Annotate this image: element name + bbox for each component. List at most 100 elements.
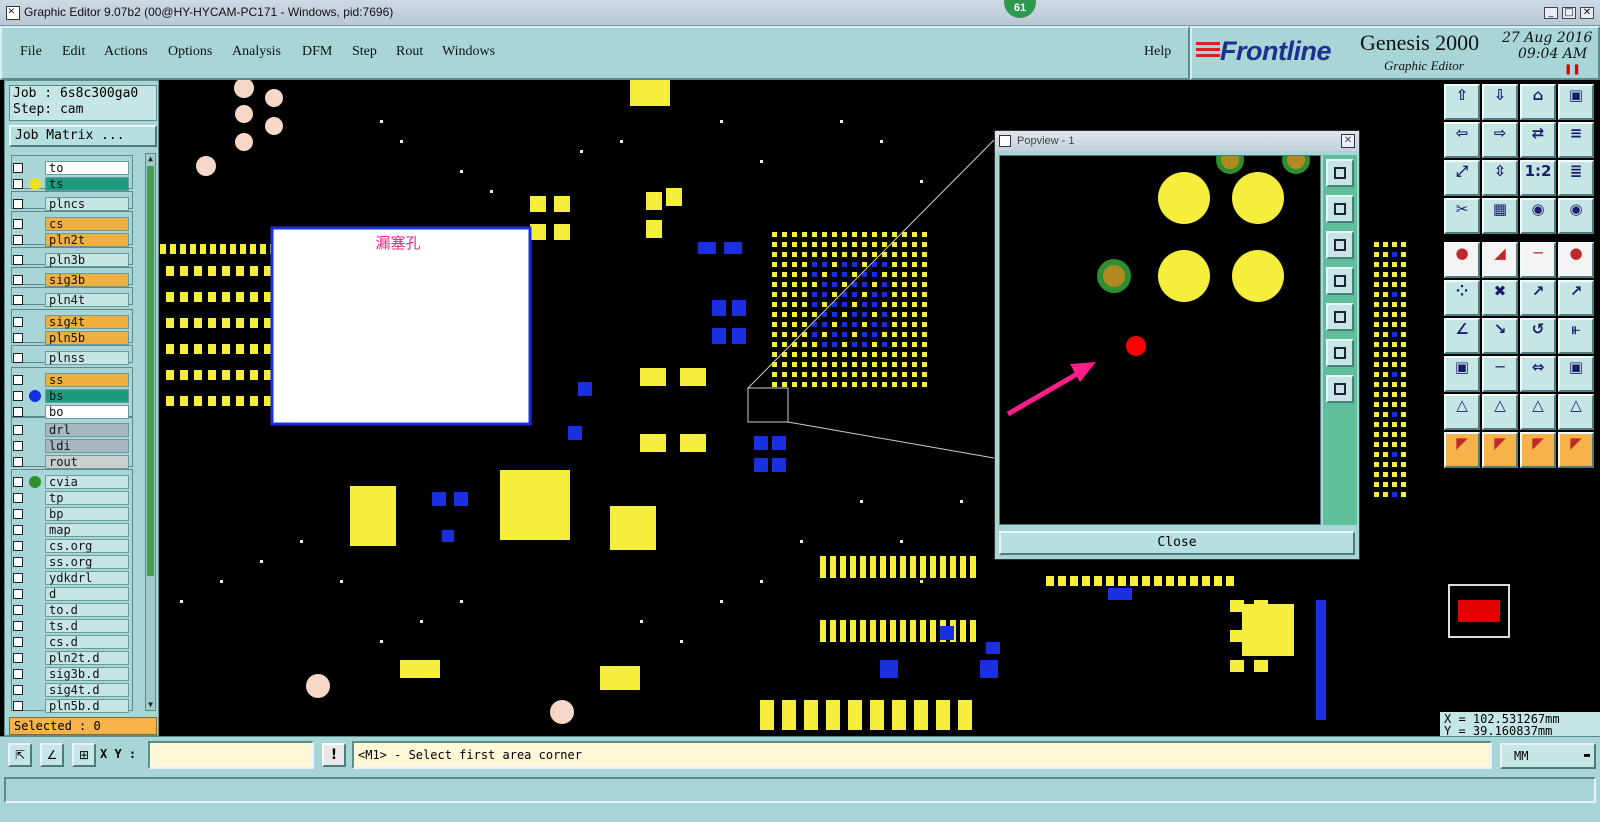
layer-row[interactable]: rout [9, 455, 145, 469]
grid-mode-button[interactable]: ⊞ [72, 743, 96, 767]
shape-tool-button-3[interactable]: △ [1520, 394, 1556, 430]
layer-tool-button-3[interactable]: ◉ [1520, 198, 1556, 234]
layer-checkbox[interactable] [13, 441, 23, 451]
layer-row[interactable]: ss.org [9, 555, 145, 569]
layer-row[interactable]: tp [9, 491, 145, 505]
layer-name[interactable]: bp [45, 507, 129, 521]
pointer-tool-button-2[interactable]: ◤ [1482, 432, 1518, 468]
layer-row[interactable]: pln5b.d [9, 699, 145, 713]
layer-row[interactable]: bs [9, 389, 145, 403]
layer-checkbox[interactable] [13, 653, 23, 663]
pan-tool-button-2[interactable]: ⇨ [1482, 122, 1518, 158]
layer-checkbox[interactable] [13, 605, 23, 615]
layer-row[interactable]: map [9, 523, 145, 537]
layer-checkbox[interactable] [13, 525, 23, 535]
layer-row[interactable]: ydkdrl [9, 571, 145, 585]
layer-checkbox[interactable] [13, 199, 23, 209]
layer-checkbox[interactable] [13, 275, 23, 285]
layer-checkbox[interactable] [13, 333, 23, 343]
move-tool-button-2[interactable]: ─ [1482, 356, 1518, 392]
layer-name[interactable]: d [45, 587, 129, 601]
menu-analysis[interactable]: Analysis [232, 44, 281, 60]
snap-tool-button-1[interactable]: ● [1444, 242, 1480, 278]
pause-icon[interactable]: ❚❚ [1564, 64, 1581, 75]
menu-options[interactable]: Options [168, 44, 212, 60]
layer-row[interactable]: drl [9, 423, 145, 437]
layer-row[interactable]: to.d [9, 603, 145, 617]
layer-checkbox[interactable] [13, 317, 23, 327]
layer-checkbox[interactable] [13, 621, 23, 631]
popview-pan-left-button[interactable] [1326, 267, 1354, 295]
layer-row[interactable]: ts [9, 177, 145, 191]
layer-checkbox[interactable] [13, 219, 23, 229]
layer-checkbox[interactable] [13, 477, 23, 487]
layer-name[interactable]: plncs [45, 197, 129, 211]
move-tool-button-4[interactable]: ▣ [1558, 356, 1594, 392]
menu-actions[interactable]: Actions [104, 44, 148, 60]
menu-step[interactable]: Step [352, 44, 377, 60]
minimize-button[interactable]: _ [1544, 7, 1558, 19]
layer-checkbox[interactable] [13, 573, 23, 583]
measure-tool-button-1[interactable]: ⤢ [1444, 160, 1480, 196]
layer-name[interactable]: pln2t [45, 233, 129, 247]
layer-row[interactable]: cs.org [9, 539, 145, 553]
layer-name[interactable]: to [45, 161, 129, 175]
layer-tool-button-4[interactable]: ◉ [1558, 198, 1594, 234]
notification-badge[interactable]: 61 [1004, 0, 1036, 18]
layer-checkbox[interactable] [13, 589, 23, 599]
zoom-tool-button-4[interactable]: ▣ [1558, 84, 1594, 120]
layer-row[interactable]: pln4t [9, 293, 145, 307]
layer-name[interactable]: pln2t.d [45, 651, 129, 665]
layer-checkbox[interactable] [13, 375, 23, 385]
layer-name[interactable]: sig3b [45, 273, 129, 287]
layer-checkbox[interactable] [13, 179, 23, 189]
measure-tool-button-3[interactable]: 1:2 [1520, 160, 1556, 196]
layer-checkbox[interactable] [13, 457, 23, 467]
job-matrix-button[interactable]: Job Matrix ... [9, 125, 157, 147]
layer-checkbox[interactable] [13, 701, 23, 711]
menu-windows[interactable]: Windows [442, 44, 495, 60]
measure-tool-button-4[interactable]: ≣ [1558, 160, 1594, 196]
layer-checkbox[interactable] [13, 295, 23, 305]
select-tool-button-4[interactable]: ↗ [1558, 280, 1594, 316]
layer-name[interactable]: map [45, 523, 129, 537]
layer-row[interactable]: plncs [9, 197, 145, 211]
layer-row[interactable]: ts.d [9, 619, 145, 633]
layer-row[interactable]: plnss [9, 351, 145, 365]
zoom-tool-button-3[interactable]: ⌂ [1520, 84, 1556, 120]
layer-name[interactable]: ydkdrl [45, 571, 129, 585]
message-button[interactable]: ! [322, 743, 346, 767]
popview-zoom-in-button[interactable] [1326, 159, 1354, 187]
layer-checkbox[interactable] [13, 509, 23, 519]
layer-row[interactable]: d [9, 587, 145, 601]
layer-name[interactable]: cs.d [45, 635, 129, 649]
pointer-tool-button-1[interactable]: ◤ [1444, 432, 1480, 468]
pointer-tool-button-3[interactable]: ◤ [1520, 432, 1556, 468]
maximize-button[interactable]: □ [1562, 7, 1576, 19]
layer-tool-button-2[interactable]: ▦ [1482, 198, 1518, 234]
menu-help[interactable]: Help [1144, 44, 1171, 60]
layer-name[interactable]: sig3b.d [45, 667, 129, 681]
popview-pan-up-button[interactable] [1326, 195, 1354, 223]
layer-row[interactable]: pln3b [9, 253, 145, 267]
layer-checkbox[interactable] [13, 407, 23, 417]
snap-mode-button[interactable]: ⇱ [8, 743, 32, 767]
layer-checkbox[interactable] [13, 541, 23, 551]
layer-name[interactable]: ss.org [45, 555, 129, 569]
menu-dfm[interactable]: DFM [302, 44, 332, 60]
snap-tool-button-3[interactable]: ─ [1520, 242, 1556, 278]
layer-checkbox[interactable] [13, 163, 23, 173]
popview-titlebar[interactable]: Popview - 1 ✕ [995, 131, 1359, 151]
layer-name[interactable]: ts.d [45, 619, 129, 633]
layer-checkbox[interactable] [13, 353, 23, 363]
layer-row[interactable]: bo [9, 405, 145, 419]
shape-tool-button-1[interactable]: △ [1444, 394, 1480, 430]
close-window-button[interactable]: ✕ [1580, 7, 1594, 19]
layer-checkbox[interactable] [13, 493, 23, 503]
app-icon[interactable] [6, 4, 20, 20]
layer-checkbox[interactable] [13, 235, 23, 245]
layer-checkbox[interactable] [13, 425, 23, 435]
layer-row[interactable]: ss [9, 373, 145, 387]
move-tool-button-1[interactable]: ▣ [1444, 356, 1480, 392]
layer-row[interactable]: cs [9, 217, 145, 231]
